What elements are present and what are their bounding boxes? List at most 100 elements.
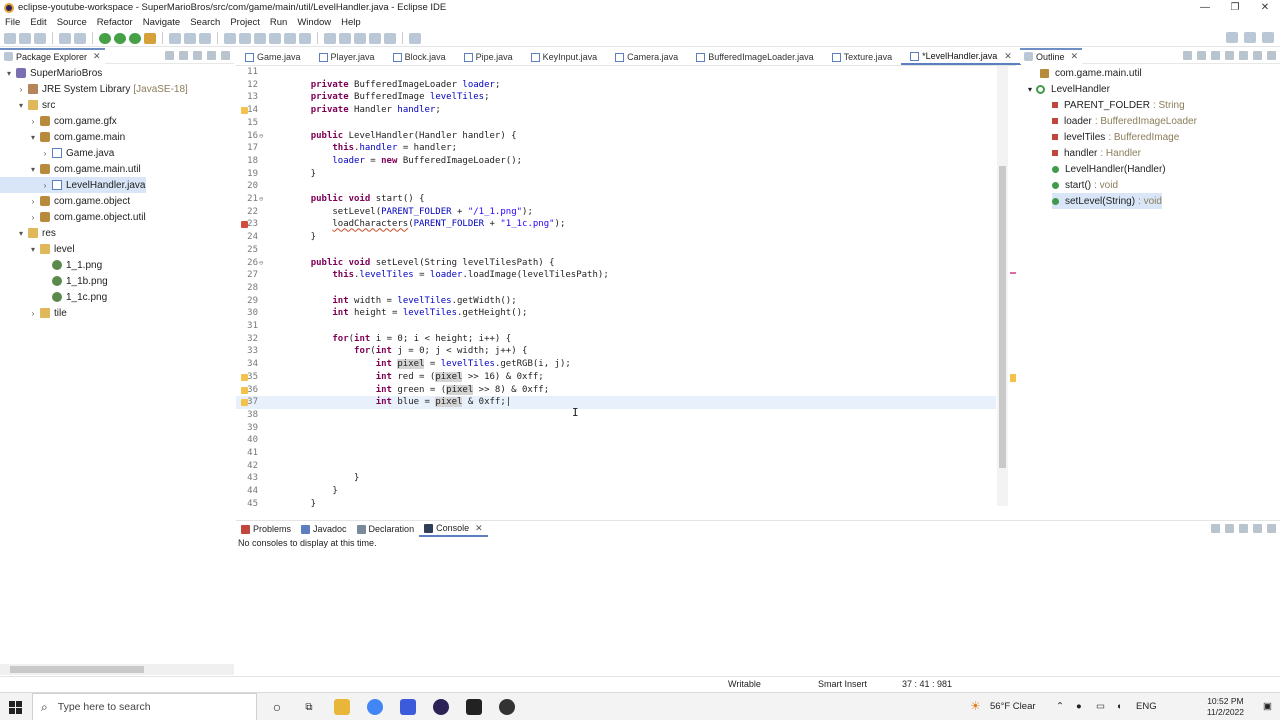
warning-marker-icon[interactable] — [241, 386, 248, 394]
maximize-view-icon[interactable] — [1267, 51, 1276, 60]
eclipse-taskbar-icon[interactable] — [433, 699, 449, 715]
code-text[interactable]: private BufferedImage levelTiles; — [289, 92, 490, 102]
scrollbar-thumb[interactable] — [10, 666, 144, 673]
twisty-icon[interactable]: ▾ — [28, 133, 38, 142]
twisty-icon[interactable]: ▾ — [28, 165, 38, 174]
twisty-icon[interactable]: › — [28, 197, 38, 206]
code-line[interactable]: 45 } — [236, 498, 996, 511]
tree-item[interactable]: › JRE System Library [JavaSE-18] — [0, 81, 188, 97]
next-annotation-icon[interactable] — [324, 32, 336, 44]
close-window-button[interactable]: ✕ — [1250, 0, 1280, 15]
code-text[interactable]: setLevel(PARENT_FOLDER + "/1_1.png"); — [289, 207, 533, 217]
menu-run[interactable]: Run — [265, 17, 292, 28]
maximize-view-icon[interactable] — [1267, 524, 1276, 533]
code-text[interactable]: int pixel = levelTiles.getRGB(i, j); — [289, 359, 571, 370]
warning-marker-icon[interactable] — [241, 399, 248, 407]
network-icon[interactable]: ▭ — [1096, 701, 1105, 712]
twisty-icon[interactable]: ▾ — [16, 101, 26, 110]
warning-marker-icon[interactable] — [241, 373, 248, 381]
input-language[interactable]: ENG — [1136, 701, 1157, 712]
view-menu-icon[interactable] — [193, 51, 202, 60]
view-menu-icon[interactable] — [1239, 524, 1248, 533]
code-line[interactable]: 25 — [236, 244, 996, 257]
code-text[interactable]: public void start() { — [289, 194, 425, 204]
outline-item[interactable]: levelTiles: BufferedImage — [1052, 129, 1179, 145]
maximize-button[interactable]: ❐ — [1220, 0, 1250, 15]
code-line[interactable]: 13 private BufferedImage levelTiles; — [236, 91, 996, 104]
sort-icon[interactable] — [1183, 51, 1192, 60]
minimize-button[interactable]: — — [1190, 0, 1220, 15]
code-line[interactable]: 36 int green = (pixel >> 8) & 0xff; — [236, 384, 996, 397]
code-text[interactable]: } — [289, 169, 316, 179]
menu-project[interactable]: Project — [225, 17, 265, 28]
menu-help[interactable]: Help — [336, 17, 366, 28]
new-java-project-icon[interactable] — [169, 32, 181, 44]
word-wrap-icon[interactable] — [284, 32, 296, 44]
outline-item[interactable]: handler: Handler — [1052, 145, 1141, 161]
java-perspective-icon[interactable] — [1262, 32, 1274, 43]
code-line[interactable]: 31 — [236, 320, 996, 333]
new-icon[interactable] — [4, 32, 16, 44]
twisty-icon[interactable]: ▾ — [28, 245, 38, 254]
editor-tab[interactable]: KeyInput.java — [522, 49, 607, 65]
tree-item[interactable]: ▾ res — [0, 225, 56, 241]
outline-item[interactable]: LevelHandler(Handler) — [1052, 161, 1169, 177]
fold-toggle-icon[interactable]: ⊖ — [259, 130, 263, 143]
close-icon[interactable]: ✕ — [475, 523, 483, 534]
code-line[interactable]: 43 } — [236, 472, 996, 485]
tree-item[interactable]: › com.game.gfx — [0, 113, 117, 129]
overview-warning-marker[interactable] — [1010, 374, 1016, 382]
taskbar-search-box[interactable]: ⌕ Type here to search — [32, 693, 257, 720]
minimize-view-icon[interactable] — [207, 51, 216, 60]
open-type-icon[interactable] — [224, 32, 236, 44]
show-whitespace-icon[interactable] — [299, 32, 311, 44]
code-line[interactable]: 16 public LevelHandler(Handler handler) … — [236, 130, 996, 143]
code-line[interactable]: 21 public void start() {⊖ — [236, 193, 996, 206]
fold-toggle-icon[interactable]: ⊖ — [259, 193, 263, 206]
editor-tab[interactable]: Camera.java — [606, 49, 687, 65]
code-text[interactable]: public void setLevel(String levelTilesPa… — [289, 258, 555, 268]
hide-non-public-icon[interactable] — [1225, 51, 1234, 60]
menu-edit[interactable]: Edit — [25, 17, 51, 28]
code-text[interactable]: loader = new BufferedImageLoader(); — [289, 156, 522, 166]
tree-item[interactable]: ▾ level — [0, 241, 75, 257]
twisty-icon[interactable]: › — [28, 213, 38, 222]
code-line[interactable]: 12 private BufferedImageLoader loader; — [236, 79, 996, 92]
code-editor[interactable]: 11 12 private BufferedImageLoader loader;… — [236, 65, 1016, 509]
code-line[interactable]: 26 public void setLevel(String levelTile… — [236, 257, 996, 270]
terminal-icon[interactable] — [59, 32, 71, 44]
editor-tab[interactable]: Block.java — [384, 49, 455, 65]
code-line[interactable]: 23 loadCharacters(PARENT_FOLDER + "1_1c.… — [236, 218, 996, 231]
tree-item[interactable]: › Game.java — [0, 145, 115, 161]
menu-source[interactable]: Source — [52, 17, 92, 28]
code-line[interactable]: 44 } — [236, 485, 996, 498]
code-line[interactable]: 40 — [236, 434, 996, 447]
code-line[interactable]: 20 — [236, 180, 996, 193]
minimize-view-icon[interactable] — [1253, 524, 1262, 533]
code-line[interactable]: 33 for(int j = 0; j < width; j++) { — [236, 345, 996, 358]
outline-item[interactable]: start(): void — [1052, 177, 1118, 193]
editor-vscrollbar[interactable] — [997, 66, 1008, 506]
code-line[interactable]: 41 — [236, 447, 996, 460]
windows-start-icon[interactable] — [9, 701, 22, 714]
bottom-tab[interactable]: Problems — [236, 521, 296, 537]
link-with-editor-icon[interactable] — [179, 51, 188, 60]
code-line[interactable]: 15 — [236, 117, 996, 130]
taskbar-clock[interactable]: 10:52 PM 11/2/2022 — [1207, 696, 1244, 718]
code-text[interactable]: this.levelTiles = loader.loadImage(level… — [289, 270, 608, 280]
tab-outline[interactable]: Outline ✕ — [1020, 47, 1083, 64]
twisty-icon[interactable]: ▾ — [16, 229, 26, 238]
previous-annotation-icon[interactable] — [339, 32, 351, 44]
tree-item[interactable]: › LevelHandler.java — [0, 177, 146, 193]
tree-item[interactable]: › com.game.object.util — [0, 209, 146, 225]
code-line[interactable]: 11 — [236, 66, 996, 79]
file-explorer-icon[interactable] — [334, 699, 350, 715]
toggle-mark-occurrences-icon[interactable] — [254, 32, 266, 44]
menu-refactor[interactable]: Refactor — [92, 17, 138, 28]
code-text[interactable]: for(int i = 0; i < height; i++) { — [289, 334, 511, 344]
editor-tab[interactable]: *LevelHandler.java ✕ — [901, 49, 1021, 65]
forward-icon[interactable] — [384, 32, 396, 44]
tree-item[interactable]: ▾ com.game.main.util — [0, 161, 141, 177]
open-perspective-icon[interactable] — [1244, 32, 1256, 43]
weather-text[interactable]: 56°F Clear — [990, 701, 1036, 712]
